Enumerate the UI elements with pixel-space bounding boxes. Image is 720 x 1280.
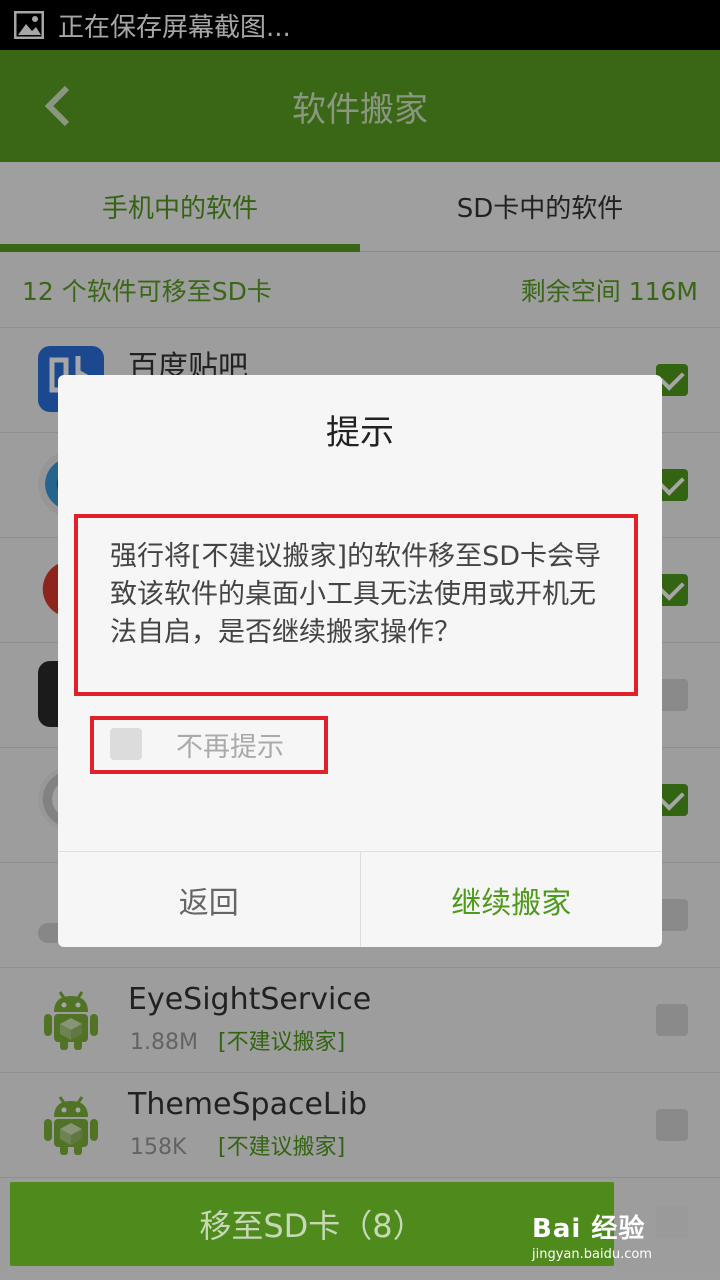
dialog-buttons: 返回 继续搬家 <box>58 851 662 947</box>
move-to-sd-button[interactable]: 移至SD卡（8） <box>10 1182 614 1266</box>
dialog-title: 提示 <box>326 413 394 453</box>
dont-remind-checkbox[interactable] <box>110 728 142 760</box>
dialog-message: 强行将[不建议搬家]的软件移至SD卡会导致该软件的桌面小工具无法使用或开机无法自… <box>110 541 601 648</box>
dont-remind-label[interactable]: 不再提示 <box>176 725 284 764</box>
watermark-url: jingyan.baidu.com <box>532 1247 652 1262</box>
continue-move-button[interactable]: 继续搬家 <box>361 852 663 947</box>
baidu-jingyan-watermark: Bai 经验 jingyan.baidu.com <box>532 1208 682 1268</box>
confirm-dialog: 提示 强行将[不建议搬家]的软件移至SD卡会导致该软件的桌面小工具无法使用或开机… <box>58 375 662 947</box>
watermark-logo-text: Bai 经验 <box>532 1214 646 1244</box>
back-button-dialog[interactable]: 返回 <box>58 852 361 947</box>
